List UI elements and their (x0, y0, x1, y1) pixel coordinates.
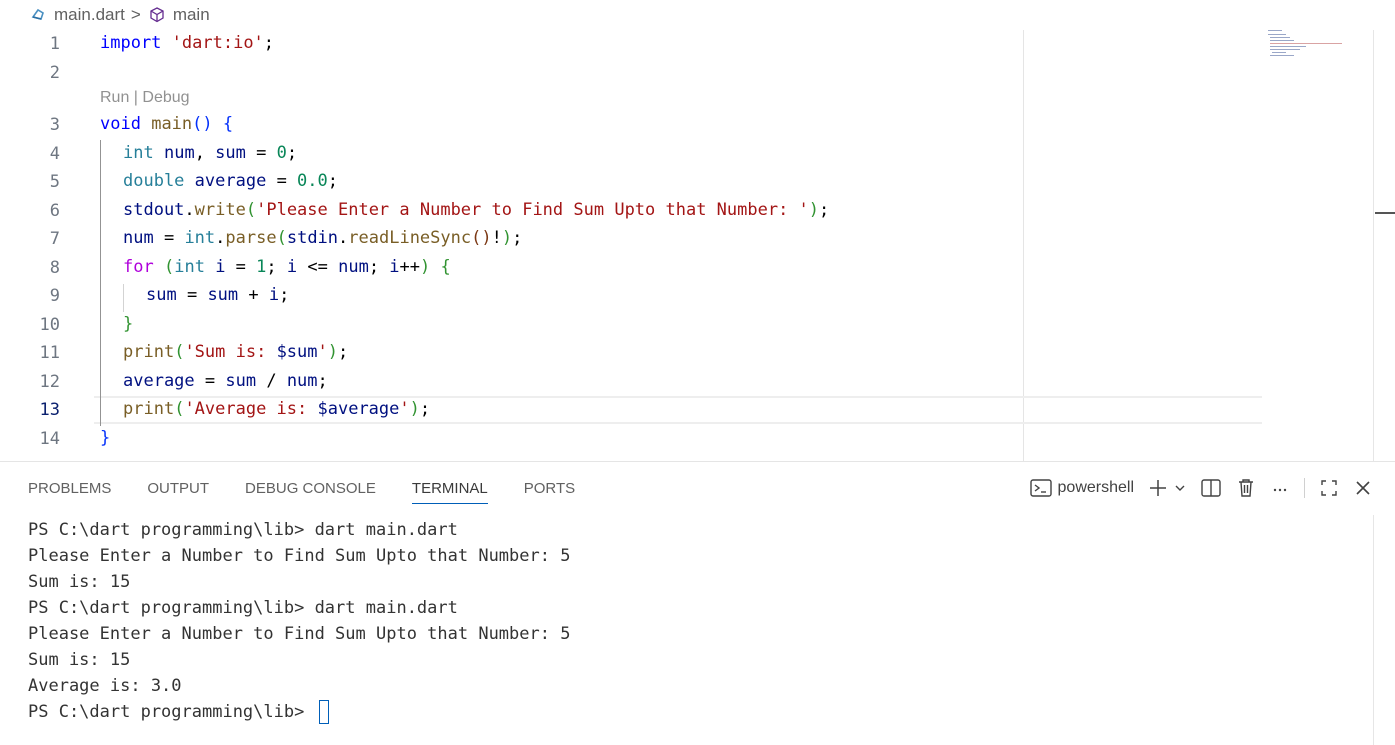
line-number: 14 (39, 429, 60, 449)
terminal-line: Please Enter a Number to Find Sum Upto t… (28, 624, 571, 644)
line-number: 11 (39, 343, 60, 363)
terminal-output[interactable]: PS C:\dart programming\lib> dart main.da… (28, 517, 1368, 725)
tab-output[interactable]: OUTPUT (147, 462, 209, 514)
maximize-icon[interactable] (1319, 478, 1339, 498)
terminal-prompt: PS C:\dart programming\lib> (28, 702, 315, 722)
line-number: 1 (49, 34, 60, 54)
terminal-cursor (318, 700, 329, 724)
terminal-prompt-line[interactable]: PS C:\dart programming\lib> (28, 699, 1368, 725)
code-text: sum = sum + i; (146, 285, 290, 305)
line-number: 8 (49, 258, 60, 278)
shell-name: powershell (1057, 479, 1134, 496)
code-line[interactable]: 2 (0, 59, 1262, 87)
code-text: num = int.parse(stdin.readLineSync()!); (123, 228, 523, 248)
code-text: void main() { (100, 114, 234, 134)
code-text: stdout.write('Please Enter a Number to F… (123, 200, 830, 220)
terminal-line: Sum is: 15 (28, 572, 131, 592)
bottom-panel: PROBLEMS OUTPUT DEBUG CONSOLE TERMINAL P… (0, 461, 1395, 745)
tab-problems[interactable]: PROBLEMS (28, 462, 111, 514)
close-icon[interactable] (1353, 478, 1373, 498)
code-text: } (123, 314, 134, 334)
line-number: 12 (39, 372, 60, 392)
line-number: 3 (49, 115, 60, 135)
terminal-line: Average is: 3.0 (28, 676, 182, 696)
code-text: average = sum / num; (123, 371, 328, 391)
terminal-icon (1029, 478, 1052, 498)
terminal-shell-selector[interactable]: powershell (1029, 478, 1134, 498)
line-number: 5 (49, 172, 60, 192)
line-number: 4 (49, 144, 60, 164)
actions-divider (1304, 478, 1305, 498)
panel-actions: powershell (1029, 462, 1373, 514)
code-text: for (int i = 1; i <= num; i++) { (123, 257, 451, 277)
line-number: 6 (49, 201, 60, 221)
line-number: 10 (39, 315, 60, 335)
code-text: print('Average is: $average'); (123, 399, 431, 419)
plus-icon[interactable] (1148, 478, 1168, 498)
code-line[interactable]: 14 (0, 425, 1262, 453)
terminal-scrollbar[interactable] (1373, 515, 1395, 745)
code-text: } (100, 428, 111, 448)
more-icon[interactable] (1270, 478, 1290, 498)
code-line[interactable]: 10 (0, 311, 1262, 339)
overview-ruler-marker (1375, 212, 1395, 214)
code-text: int num, sum = 0; (123, 143, 298, 163)
terminal-line: Sum is: 15 (28, 650, 131, 670)
codelens-run-debug[interactable]: Run | Debug (100, 89, 190, 107)
line-number: 2 (49, 63, 60, 83)
code-text: import 'dart:io'; (100, 33, 275, 53)
split-icon[interactable] (1200, 478, 1222, 498)
terminal-line: PS C:\dart programming\lib> dart main.da… (28, 520, 458, 540)
chevron-down-icon[interactable] (1174, 482, 1186, 494)
panel-tabs: PROBLEMS OUTPUT DEBUG CONSOLE TERMINAL P… (0, 462, 611, 514)
line-number: 9 (49, 286, 60, 306)
line-number: 13 (39, 400, 60, 420)
line-number: 7 (49, 229, 60, 249)
tab-ports[interactable]: PORTS (524, 462, 575, 514)
editor-scrollbar[interactable] (1373, 30, 1395, 461)
tab-debug-console[interactable]: DEBUG CONSOLE (245, 462, 376, 514)
terminal-line: Please Enter a Number to Find Sum Upto t… (28, 546, 571, 566)
trash-icon[interactable] (1236, 478, 1256, 498)
code-text: double average = 0.0; (123, 171, 339, 191)
terminal-line: PS C:\dart programming\lib> dart main.da… (28, 598, 458, 618)
code-text: print('Sum is: $sum'); (123, 342, 349, 362)
tab-terminal[interactable]: TERMINAL (411, 462, 488, 514)
minimap[interactable] (1268, 28, 1343, 58)
